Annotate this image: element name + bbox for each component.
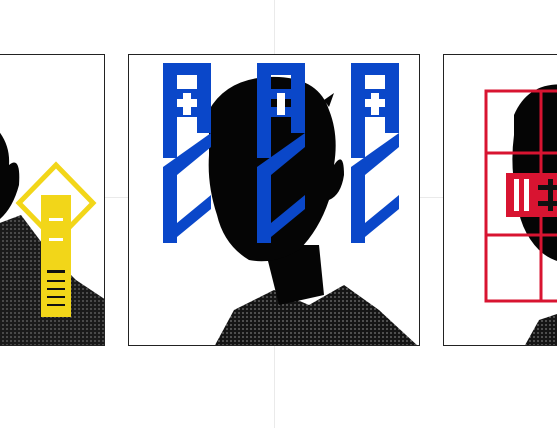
blue-glyph-overlay bbox=[163, 63, 399, 243]
panel-right bbox=[443, 54, 557, 346]
red-glyph-block bbox=[506, 173, 557, 217]
panel-middle-art bbox=[163, 63, 417, 345]
panel-right-art bbox=[484, 84, 557, 345]
blue-glyph-1 bbox=[163, 63, 211, 243]
panel-middle bbox=[128, 54, 420, 346]
jacket-shape bbox=[525, 314, 557, 345]
panel-left bbox=[0, 54, 105, 346]
silhouette-head bbox=[0, 132, 20, 219]
artwork-scene bbox=[0, 0, 557, 428]
panel-left-art bbox=[0, 132, 104, 345]
blue-glyph-3 bbox=[351, 63, 399, 243]
